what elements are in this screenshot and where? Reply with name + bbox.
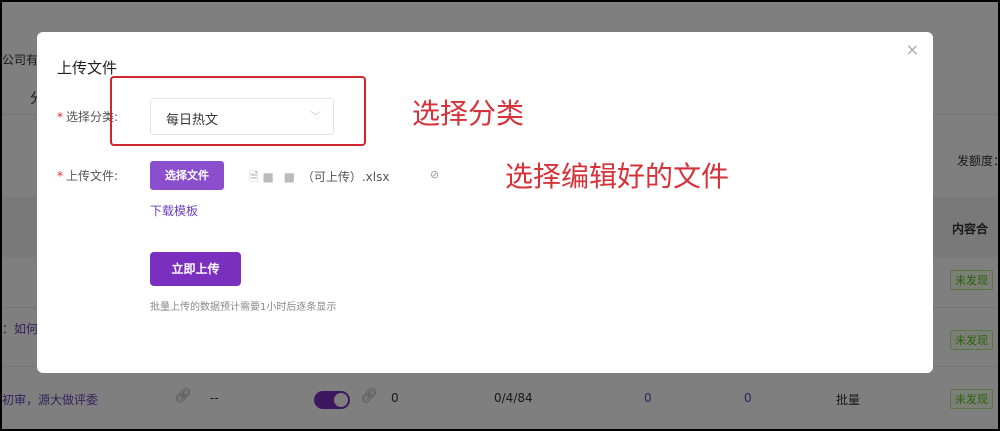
category-label: * 选择分类:: [57, 110, 119, 124]
close-icon[interactable]: ×: [906, 40, 919, 59]
screen: 公司有: 分 发额度：1 内容合 ：如何 初审，源大做评委 🔗︎ -- 🔗︎ 0…: [2, 2, 998, 429]
annotation-box: [110, 76, 366, 146]
selected-file[interactable]: 🗎 ■ ■ （可上传）.xlsx: [249, 168, 389, 189]
choose-file-button[interactable]: 选择文件: [150, 161, 224, 190]
file-label: * 上传文件:: [57, 169, 119, 183]
upload-hint: 批量上传的数据预计需要1小时后逐条显示: [150, 302, 337, 313]
file-icon: 🗎: [249, 170, 259, 184]
check-circle-icon: ⊘: [430, 168, 440, 181]
dialog-title: 上传文件: [57, 59, 118, 77]
annotation-select-category: 选择分类: [412, 97, 525, 130]
download-template-link[interactable]: 下载模板: [150, 202, 198, 219]
annotation-select-file: 选择编辑好的文件: [505, 160, 730, 193]
upload-now-button[interactable]: 立即上传: [150, 252, 241, 286]
upload-dialog: 上传文件 × * 选择分类: 每日热文 ﹀ * 上传文件: 选择文件 🗎 ■ ■ （…: [37, 32, 933, 373]
